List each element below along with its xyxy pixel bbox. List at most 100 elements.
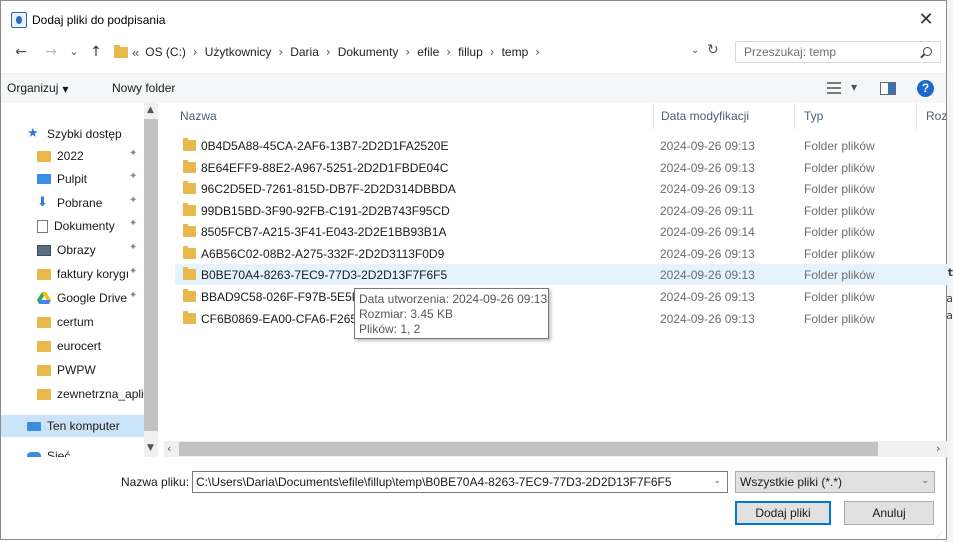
sidebar-item-label: faktury korygı xyxy=(57,267,130,281)
recent-locations-icon[interactable]: ⌄ xyxy=(67,42,81,62)
organize-menu[interactable]: Organizuj ▼ xyxy=(7,81,69,95)
file-row[interactable]: 8E64EFF9-88E2-A967-5251-2D2D1FBDE04C 202… xyxy=(175,157,948,178)
preview-pane-icon[interactable] xyxy=(880,82,896,95)
scroll-up-icon[interactable]: ▲ xyxy=(147,105,154,115)
chevron-down-icon[interactable]: ⌄ xyxy=(713,476,721,486)
sidebar-item-zewnetrzna[interactable]: zewnetrzna_aplik xyxy=(1,383,144,405)
file-modified: 2024-09-26 09:14 xyxy=(660,225,755,239)
scroll-left-icon[interactable]: ‹ xyxy=(167,442,171,455)
file-name: 99DB15BD-3F90-92FB-C191-2D2B743F95CD xyxy=(201,204,450,218)
overflow-chevron-icon[interactable]: « xyxy=(132,45,139,60)
add-files-button[interactable]: Dodaj pliki xyxy=(735,501,831,525)
file-row[interactable]: A6B56C02-08B2-A275-332F-2D2D3113F0D9 202… xyxy=(175,243,948,264)
file-row[interactable]: 0B4D5A88-45CA-2AF6-13B7-2D2D1FA2520E 202… xyxy=(175,135,948,156)
sidebar-item-label: Pobrane xyxy=(57,196,103,210)
sidebar-item-label: eurocert xyxy=(57,339,102,353)
scroll-right-icon[interactable]: › xyxy=(936,442,940,455)
forward-arrow-icon[interactable]: → xyxy=(41,42,61,62)
breadcrumb-temp[interactable]: temp xyxy=(502,45,529,59)
sidebar-item-this-pc[interactable]: Ten komputer xyxy=(1,415,144,437)
sidebar-item-pictures[interactable]: Obrazy ✦ xyxy=(1,239,144,261)
search-input[interactable] xyxy=(736,42,916,62)
file-modified: 2024-09-26 09:11 xyxy=(660,204,754,218)
breadcrumb-os[interactable]: OS (C:) xyxy=(145,45,186,59)
address-dropdown-icon[interactable]: ⌄ xyxy=(691,45,699,56)
folder-icon xyxy=(183,160,196,173)
up-arrow-icon[interactable]: ↑ xyxy=(87,42,105,62)
file-modified: 2024-09-26 09:13 xyxy=(660,139,755,153)
column-header-size[interactable]: Rozn xyxy=(917,103,948,129)
column-header-type[interactable]: Typ xyxy=(795,103,917,129)
chevron-right-icon[interactable]: › xyxy=(326,45,331,59)
column-header-name[interactable]: Nazwa xyxy=(171,103,654,129)
computer-icon xyxy=(27,421,41,431)
chevron-right-icon[interactable]: › xyxy=(446,45,451,59)
dialog-title: Dodaj pliki do podpisania xyxy=(32,13,166,27)
sidebar-item-2022[interactable]: 2022 ✦ xyxy=(1,145,144,167)
sidebar-item-label: Pulpit xyxy=(57,172,88,186)
breadcrumb-fillup[interactable]: fillup xyxy=(458,45,483,59)
chevron-right-icon[interactable]: › xyxy=(490,45,495,59)
sidebar-item-quick-access[interactable]: ★ Szybki dostęp xyxy=(1,123,144,145)
filename-input[interactable] xyxy=(193,472,707,492)
sidebar-item-network[interactable]: Sieć xyxy=(1,445,144,457)
file-type: Folder plików xyxy=(804,139,875,153)
chevron-down-icon: ⌄ xyxy=(921,476,929,486)
file-row[interactable]: BBAD9C58-026F-F97B-5E5F- 2024-09-26 09:1… xyxy=(175,286,948,307)
sidebar-item-label: zewnetrzna_aplik xyxy=(57,387,144,401)
breadcrumb-documents[interactable]: Dokumenty xyxy=(338,45,399,59)
back-arrow-icon[interactable]: ← xyxy=(11,42,31,62)
file-row-hovered[interactable]: B0BE70A4-8263-7EC9-77D3-2D2D13F7F6F5 202… xyxy=(175,264,948,285)
close-button[interactable]: ✕ xyxy=(914,9,938,31)
search-icon[interactable] xyxy=(923,47,932,56)
file-name: A6B56C02-08B2-A275-332F-2D2D3113F0D9 xyxy=(201,247,445,261)
view-options-icon[interactable] xyxy=(827,82,841,94)
chevron-right-icon[interactable]: › xyxy=(278,45,283,59)
sidebar-item-documents[interactable]: Dokumenty ✦ xyxy=(1,215,144,237)
breadcrumb-users[interactable]: Użytkownicy xyxy=(205,45,272,59)
filetype-select[interactable]: Wszystkie pliki (*.*) ⌄ xyxy=(735,471,935,493)
file-list-scrollbar[interactable]: ‹ › xyxy=(164,441,948,457)
breadcrumb-daria[interactable]: Daria xyxy=(290,45,319,59)
scroll-down-icon[interactable]: ▼ xyxy=(147,443,154,453)
file-row[interactable]: 96C2D5ED-7261-815D-DB7F-2D2D314DBBDA 202… xyxy=(175,178,948,199)
file-row[interactable]: CF6B0869-EA00-CFA6-F265-2 2024-09-26 09:… xyxy=(175,308,948,329)
sidebar-item-google-drive[interactable]: Google Drive ✦ xyxy=(1,287,144,309)
help-icon[interactable]: ? xyxy=(917,80,934,97)
sidebar-item-eurocert[interactable]: eurocert xyxy=(1,335,144,357)
scrollbar-thumb[interactable] xyxy=(144,119,158,431)
sidebar-scrollbar[interactable]: ▲ ▼ xyxy=(144,103,158,457)
sidebar-item-faktury[interactable]: faktury korygı ✦ xyxy=(1,263,144,285)
navigation-bar: ← → ⌄ ↑ « OS (C:) › Użytkownicy › Daria … xyxy=(1,39,946,67)
pin-icon: ✦ xyxy=(129,195,138,206)
file-name: 0B4D5A88-45CA-2AF6-13B7-2D2D1FA2520E xyxy=(201,139,449,153)
sidebar-item-pwpw[interactable]: PWPW xyxy=(1,359,144,381)
resize-grip-icon[interactable]: ⋰ xyxy=(936,531,944,539)
chevron-right-icon[interactable]: › xyxy=(535,45,540,59)
file-name: BBAD9C58-026F-F97B-5E5F- xyxy=(201,290,364,304)
caret-down-icon[interactable]: ▼ xyxy=(851,83,857,92)
column-header-modified[interactable]: Data modyfikacji xyxy=(652,103,795,129)
breadcrumb-efile[interactable]: efile xyxy=(417,45,439,59)
refresh-icon[interactable]: ↻ xyxy=(707,42,719,58)
new-folder-button[interactable]: Nowy folder xyxy=(112,81,175,95)
file-type: Folder plików xyxy=(804,247,875,261)
sidebar-item-certum[interactable]: certum xyxy=(1,311,144,333)
file-row[interactable]: 8505FCB7-A215-3F41-E043-2D2E1BB93B1A 202… xyxy=(175,221,948,242)
folder-icon xyxy=(37,389,51,400)
network-icon xyxy=(27,451,41,457)
scrollbar-thumb[interactable] xyxy=(179,442,878,456)
sidebar-item-desktop[interactable]: Pulpit ✦ xyxy=(1,168,144,190)
caret-down-icon: ▼ xyxy=(62,85,69,94)
file-name: 8505FCB7-A215-3F41-E043-2D2E1BB93B1A xyxy=(201,225,447,239)
chevron-right-icon[interactable]: › xyxy=(405,45,410,59)
chevron-right-icon[interactable]: › xyxy=(193,45,198,59)
file-row[interactable]: 99DB15BD-3F90-92FB-C191-2D2B743F95CD 202… xyxy=(175,200,948,221)
sidebar-item-downloads[interactable]: ⬇ Pobrane ✦ xyxy=(1,192,144,214)
file-modified: 2024-09-26 09:13 xyxy=(660,247,755,261)
cancel-button[interactable]: Anuluj xyxy=(844,501,934,525)
address-bar[interactable]: « OS (C:) › Użytkownicy › Daria › Dokume… xyxy=(107,41,729,63)
file-modified: 2024-09-26 09:13 xyxy=(660,268,755,282)
pin-icon: ✦ xyxy=(129,242,138,253)
file-open-dialog: Dodaj pliki do podpisania ✕ ← → ⌄ ↑ « OS… xyxy=(0,0,948,540)
